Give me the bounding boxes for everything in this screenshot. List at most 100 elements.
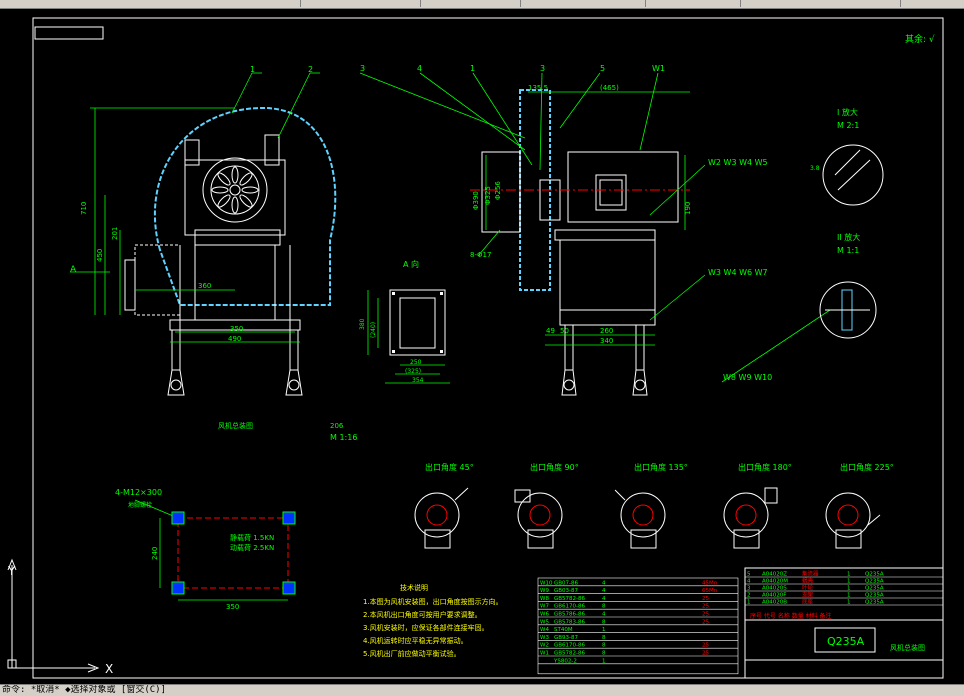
parts-table-cell: A04020Z: [762, 572, 787, 578]
toolbar-segment: [300, 0, 421, 7]
parts-table-cell: Q235A: [865, 572, 884, 578]
weld-table-cell: YS802-2: [553, 658, 577, 664]
weld-table-cell: GB07-86: [554, 580, 579, 586]
parts-table-cell: 2: [747, 593, 751, 599]
weld-table-cell: W6: [540, 612, 549, 618]
weld-table-cell: 25: [702, 612, 709, 618]
note-2: 2.本风机出口角度可按用户要求调整。: [363, 610, 482, 619]
weld-table-cell: GB5786-86: [554, 612, 586, 618]
callout-4: 4: [417, 64, 422, 73]
detail-i-dim: 3.8: [810, 165, 820, 172]
detail-ii-title: II 放大: [837, 232, 860, 242]
weld-callout-b: W3 W4 W6 W7: [708, 268, 768, 277]
parts-table-cell: Q235A: [865, 579, 884, 585]
parts-table-cell: 1: [847, 586, 851, 592]
front-view: 710 450 201 360 350 490 1 2 A 风机总装图: [70, 65, 337, 430]
parts-table-cell: 1: [847, 593, 851, 599]
dim-710: 710: [80, 202, 88, 215]
dim-phi256: Φ256: [494, 181, 502, 200]
weld-table-cell: GB5783-86: [554, 619, 586, 625]
dim-490: 490: [228, 335, 241, 343]
parts-table-cell: 1: [847, 572, 851, 578]
foundation-bolt-label: 4-M12×300: [115, 488, 162, 497]
parts-table-cell: A04020M: [762, 579, 788, 585]
drawing-canvas[interactable]: 其余: √ 710 450 201 360 350 490 1 2 A 风机总装…: [0, 8, 964, 684]
weld-table-cell: 25: [702, 651, 709, 657]
weld-table-cell: 25: [702, 604, 709, 610]
weld-table-cell: 25: [702, 619, 709, 625]
weld-table-cell: 1: [602, 627, 606, 633]
weld-table-cell: 8: [602, 651, 606, 657]
callout-1b: 1: [470, 64, 475, 73]
dim-360: 360: [198, 282, 211, 290]
dim-201: 201: [111, 227, 119, 240]
dim-135-5: 135.5: [528, 84, 548, 92]
dim-350: 350: [230, 325, 243, 333]
dim-phi325: Φ325: [484, 186, 492, 205]
parts-table-cell: A04020S: [762, 586, 787, 592]
weld-table-cell: 8: [602, 604, 606, 610]
orientation-180: 出口角度 180°: [738, 462, 792, 472]
weld-table-cell: W3: [540, 635, 549, 641]
callout-w1: W1: [652, 64, 665, 73]
weld-table-cell: 8: [602, 635, 606, 641]
weld-table-cell: W10: [540, 580, 553, 586]
title-block: 5 A04020Z 集流器 1 Q235A 4 A04020M 蜗壳 1 Q235A 3 A04020…: [744, 567, 944, 679]
weld-table-cell: 4: [602, 588, 606, 594]
view-a-dim-354: 354: [412, 377, 424, 384]
detail-i-scale: M 2:1: [837, 121, 859, 130]
weld-table-cell: W7: [540, 604, 549, 610]
material-cell: Q235A: [827, 635, 865, 648]
weld-table-cell: GB6170-86: [554, 643, 586, 649]
weld-callout-c: W8 W9 W10: [723, 373, 772, 382]
parts-header: 序号 代号 名称 数量 材料 备注: [750, 612, 832, 620]
view-a-dim-240: (240): [370, 322, 377, 338]
weld-table-cell: 8: [602, 643, 606, 649]
weld-table-cell: 4: [602, 612, 606, 618]
dim-260: 260: [600, 327, 613, 335]
weld-table-cell: 65Mn: [702, 588, 718, 594]
ucs-icon: [7, 558, 100, 673]
dim-465: (465): [600, 84, 619, 92]
front-view-caption: 风机总装图: [218, 421, 253, 430]
parts-table-cell: 支架: [802, 591, 814, 599]
command-line-text: 命令: *取消* ◆选择对象或 [窗交(C)]: [2, 685, 167, 695]
detail-views: I 放大 M 2:1 3.8 II 放大 M 1:1: [810, 107, 884, 339]
view-a: A 向 380 (240) 250 (325) 354 206 M 1:16: [330, 259, 450, 442]
foundation-plan: 4-M12×300 地脚螺栓 静载荷 1.5KN 动载荷 2.5KN 240 3…: [115, 488, 296, 611]
dim-50: 50: [560, 327, 569, 335]
dim-190: 190: [684, 202, 692, 215]
weld-table-cell: GB93-87: [554, 635, 579, 641]
detail-ii-scale: M 1:1: [837, 246, 859, 255]
weld-table-cell: 25: [702, 596, 709, 602]
parts-table-cell: 蜗壳: [802, 577, 814, 585]
toolbar-segment: [740, 0, 901, 7]
parts-table-cell: A04020F: [762, 593, 786, 599]
weld-table-cell: 25: [702, 643, 709, 649]
dim-340: 340: [600, 337, 613, 345]
parts-table-cell: 集流器: [802, 570, 819, 578]
ucs-y-label: Y: [7, 564, 16, 578]
parts-table-cell: 1: [747, 600, 751, 606]
toolbar-segment: [420, 0, 521, 7]
weld-table-cell: W2: [540, 643, 549, 649]
view-a-note: 206: [330, 422, 344, 430]
command-line[interactable]: 命令: *取消* ◆选择对象或 [窗交(C)]: [0, 684, 964, 696]
dim-450: 450: [96, 249, 104, 262]
parts-table-cell: Q235A: [865, 593, 884, 599]
foundation-dim-240: 240: [151, 547, 159, 560]
technical-notes: 技术说明 1.本图为风机安装图，出口角度按图示方向。 2.本风机出口角度可按用户…: [363, 583, 503, 658]
callout-5: 5: [600, 64, 605, 73]
foundation-dim-350: 350: [226, 603, 239, 611]
top-left-code-box: [34, 26, 104, 40]
callout-3b: 3: [540, 64, 545, 73]
view-arrow-label: A: [70, 265, 77, 275]
weld-table-cell: 8: [602, 619, 606, 625]
parts-table-cell: Q235A: [865, 600, 884, 606]
view-a-dim-380: 380: [359, 318, 366, 330]
dim-phi390: Φ390: [472, 191, 480, 210]
weld-table-cell: 4: [602, 580, 606, 586]
view-a-title: A 向: [403, 259, 419, 269]
weld-table-cell: W1: [540, 651, 549, 657]
roughness-mark: 其余: √: [905, 33, 935, 45]
